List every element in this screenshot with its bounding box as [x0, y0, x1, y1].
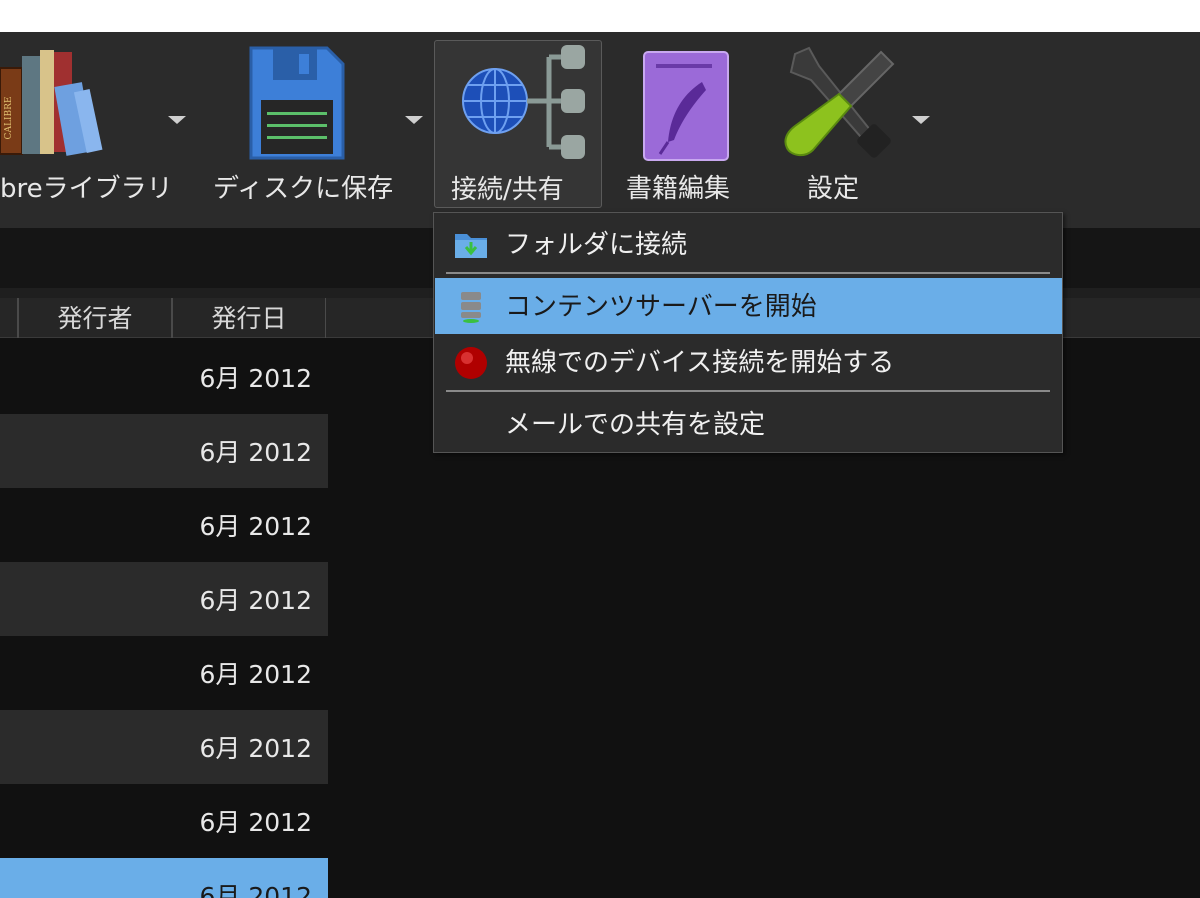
pubdate-cell: 6月 2012 [199, 808, 312, 837]
menu-separator [446, 390, 1050, 392]
library-books-icon: CALIBRE [0, 50, 103, 156]
table-row-selected[interactable]: 6月 2012 [0, 858, 328, 898]
table-row[interactable]: 6月 2012 [0, 340, 328, 414]
edit-book-label: 書籍編集 [626, 174, 731, 204]
red-circle-icon [455, 347, 487, 379]
pubdate-cell: 6月 2012 [199, 586, 312, 615]
preferences-button[interactable]: 設定 [775, 32, 905, 212]
preferences-label: 設定 [807, 174, 860, 204]
folder-download-icon [455, 234, 487, 258]
save-to-disk-label: ディスクに保存 [213, 174, 394, 204]
connect-share-label: 接続/共有 [451, 175, 564, 205]
pubdate-cell: 6月 2012 [199, 660, 312, 689]
server-icon [461, 292, 481, 323]
table-row[interactable]: 6月 2012 [0, 710, 328, 784]
column-header-edge[interactable] [0, 298, 18, 338]
column-header-publisher[interactable]: 発行者 [18, 298, 172, 338]
table-row[interactable]: 6月 2012 [0, 562, 328, 636]
library-button[interactable]: CALIBRE breライブラリ [0, 32, 173, 212]
pubdate-cell: 6月 2012 [199, 882, 312, 898]
pubdate-cell: 6月 2012 [199, 364, 312, 393]
menu-separator [446, 272, 1050, 274]
main-toolbar: CALIBRE breライブラリ ディスクに保存 接続/共有 書籍編集 設定 [0, 32, 1200, 228]
save-dropdown-arrow[interactable] [405, 116, 423, 124]
window-top-edge [0, 0, 1200, 32]
book-quill-icon [643, 51, 729, 161]
menu-item-label: メールでの共有を設定 [505, 410, 766, 440]
table-row[interactable]: 6月 2012 [0, 488, 328, 562]
connect-share-button[interactable]: 接続/共有 [434, 40, 602, 208]
globe-network-icon [462, 45, 585, 159]
menu-item-label: 無線でのデバイス接続を開始する [505, 348, 895, 378]
column-header-pubdate[interactable]: 発行日 [172, 298, 326, 338]
pubdate-cell: 6月 2012 [199, 438, 312, 467]
wrench-screwdriver-icon [784, 46, 895, 158]
pubdate-cell: 6月 2012 [199, 512, 312, 541]
preferences-dropdown-arrow[interactable] [912, 116, 930, 124]
library-button-label: breライブラリ [0, 174, 173, 204]
menu-item-email-sharing[interactable]: メールでの共有を設定 [435, 396, 1062, 452]
save-to-disk-button[interactable]: ディスクに保存 [205, 32, 395, 212]
menu-item-connect-folder[interactable]: フォルダに接続 [435, 216, 1062, 272]
table-row[interactable]: 6月 2012 [0, 414, 328, 488]
library-dropdown-arrow[interactable] [168, 116, 186, 124]
menu-item-start-wireless[interactable]: 無線でのデバイス接続を開始する [435, 334, 1062, 390]
menu-item-start-content-server[interactable]: コンテンツサーバーを開始 [435, 278, 1062, 334]
menu-item-label: フォルダに接続 [505, 230, 688, 260]
menu-item-label: コンテンツサーバーを開始 [505, 292, 817, 322]
pubdate-cell: 6月 2012 [199, 734, 312, 763]
table-row[interactable]: 6月 2012 [0, 636, 328, 710]
table-row[interactable]: 6月 2012 [0, 784, 328, 858]
floppy-disk-icon [249, 46, 345, 160]
svg-text:CALIBRE: CALIBRE [4, 97, 14, 140]
edit-book-button[interactable]: 書籍編集 [620, 32, 760, 212]
connect-share-menu: フォルダに接続 コンテンツサーバーを開始 無線でのデバイス接続を開始する メール… [433, 212, 1063, 453]
